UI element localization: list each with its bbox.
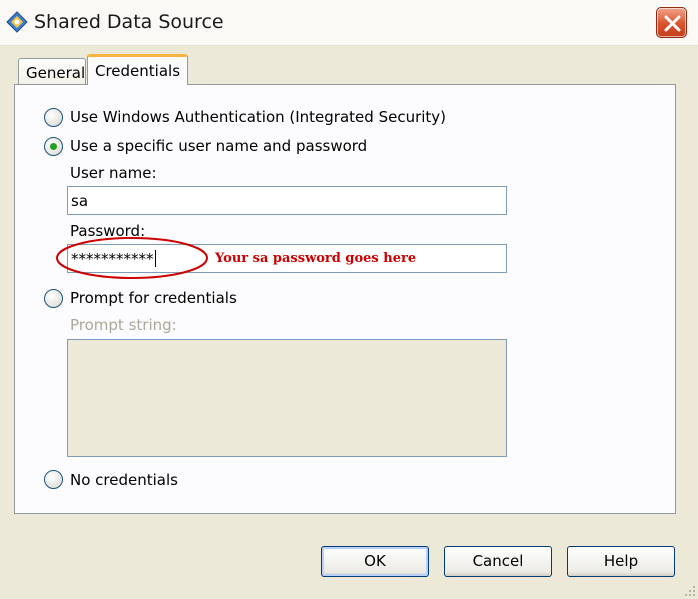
ok-button[interactable]: OK [321,546,429,577]
highlight-ellipse [56,237,208,279]
tab-general-label: General [26,64,86,82]
data-source-icon [6,11,28,33]
close-button[interactable] [656,7,687,38]
specific-user-radio[interactable] [44,137,63,156]
title-bar: Shared Data Source [0,0,698,46]
cancel-button[interactable]: Cancel [444,546,552,577]
annotation-text: Your sa password goes here [215,251,417,266]
tab-credentials[interactable]: Credentials [87,54,188,85]
prompt-string-label: Prompt string: [70,316,177,334]
close-icon [664,15,681,32]
windows-auth-label[interactable]: Use Windows Authentication (Integrated S… [70,108,446,126]
window-title: Shared Data Source [34,11,224,33]
prompt-credentials-label[interactable]: Prompt for credentials [70,289,237,307]
cancel-button-label: Cancel [472,552,524,570]
windows-auth-radio[interactable] [44,108,63,127]
prompt-credentials-radio[interactable] [44,289,63,308]
user-name-label: User name: [70,164,157,182]
resize-grip-icon[interactable] [682,583,696,597]
tab-credentials-label: Credentials [95,62,181,80]
no-credentials-radio[interactable] [44,470,63,489]
user-name-value: sa [71,192,89,210]
prompt-string-textarea[interactable] [67,339,507,457]
tab-general[interactable]: General [18,58,86,84]
user-name-input[interactable]: sa [67,186,507,215]
help-button[interactable]: Help [567,546,675,577]
ok-button-label: OK [364,552,386,570]
help-button-label: Help [603,552,639,570]
specific-user-label[interactable]: Use a specific user name and password [70,137,367,155]
no-credentials-label[interactable]: No credentials [70,471,178,489]
